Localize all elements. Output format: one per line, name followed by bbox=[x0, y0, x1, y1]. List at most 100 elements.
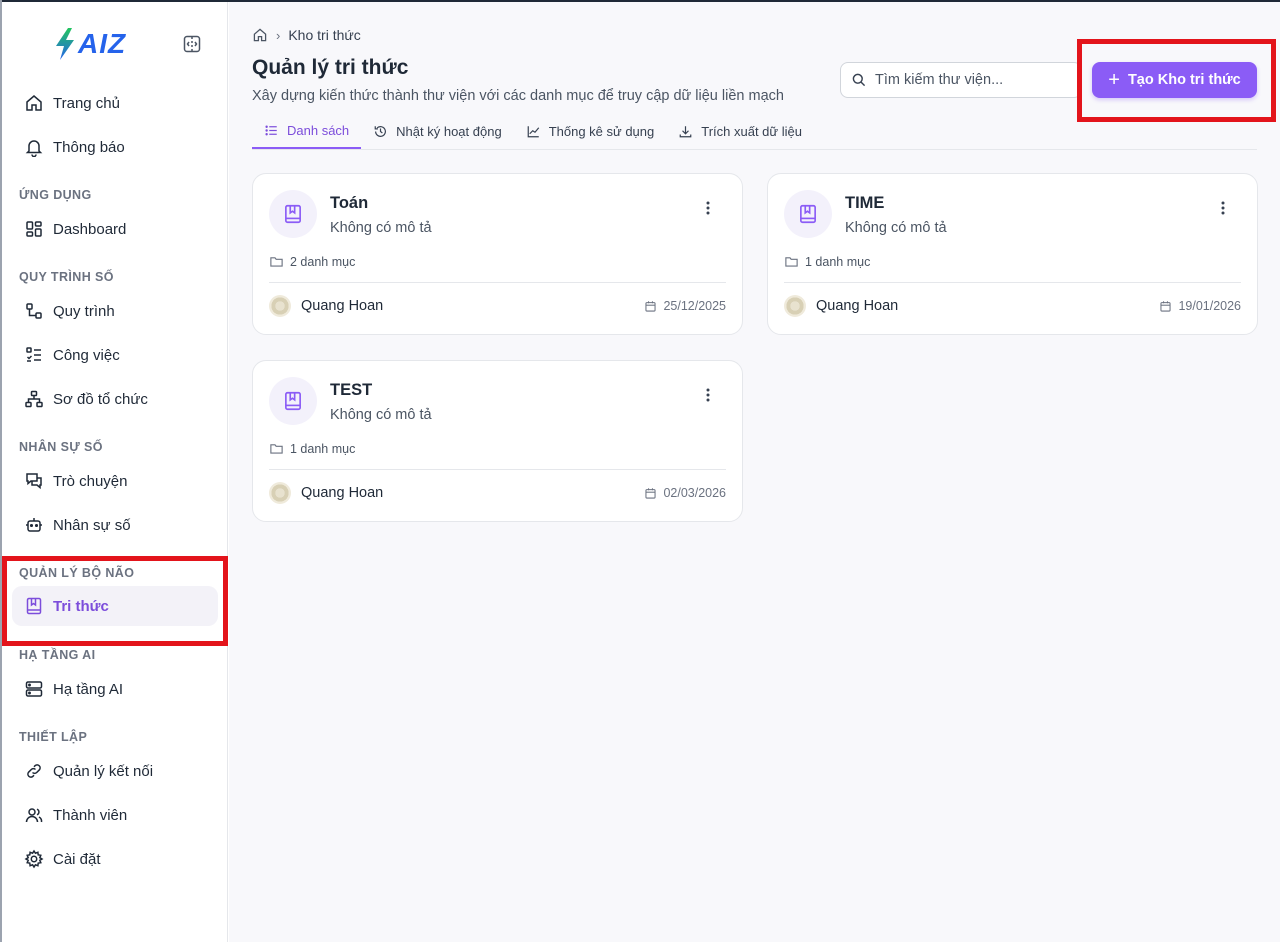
sidebar-item-label: Nhân sự số bbox=[53, 516, 131, 534]
sidebar-item-home[interactable]: Trang chủ bbox=[12, 83, 218, 123]
home-icon[interactable] bbox=[252, 27, 268, 43]
page-title: Quản lý tri thức bbox=[252, 56, 409, 79]
tab-bar: Danh sách Nhật ký hoạt động Thống kê sử … bbox=[252, 114, 1257, 150]
more-vertical-icon[interactable] bbox=[700, 200, 716, 216]
sidebar-item-label: Thông báo bbox=[53, 138, 125, 156]
folder-icon bbox=[270, 444, 283, 454]
folder-icon bbox=[785, 257, 798, 267]
sidebar-item-settings[interactable]: Cài đặt bbox=[12, 839, 218, 879]
plus-icon: + bbox=[1108, 69, 1120, 91]
line-chart-icon bbox=[526, 124, 541, 139]
sidebar-item-digital-staff[interactable]: Nhân sự số bbox=[12, 505, 218, 545]
section-label-settings: THIẾT LẬP bbox=[19, 730, 88, 744]
sidebar-item-ai-infrastructure[interactable]: Hạ tầng AI bbox=[12, 669, 218, 709]
tab-list[interactable]: Danh sách bbox=[252, 114, 362, 149]
main-content: › Kho tri thức Quản lý tri thức Xây dựng… bbox=[229, 2, 1280, 942]
sidebar-item-workflows[interactable]: Quy trình bbox=[12, 291, 218, 331]
sidebar-item-label: Trò chuyện bbox=[53, 472, 128, 490]
card-category-count: 2 danh mục bbox=[269, 254, 355, 269]
card-author: Quang Hoan bbox=[301, 298, 384, 314]
robot-icon bbox=[24, 515, 44, 535]
lightning-logo-icon bbox=[56, 28, 74, 60]
card-author: Quang Hoan bbox=[301, 485, 384, 501]
more-vertical-icon[interactable] bbox=[1215, 200, 1231, 216]
search-icon bbox=[851, 72, 867, 88]
logo[interactable]: AIZ bbox=[52, 24, 126, 64]
sidebar-item-connections[interactable]: Quản lý kết nối bbox=[12, 751, 218, 791]
breadcrumb-current: Kho tri thức bbox=[288, 27, 361, 43]
card-divider bbox=[784, 282, 1241, 283]
dashboard-grid-icon bbox=[24, 219, 44, 239]
tab-activity-log[interactable]: Nhật ký hoạt động bbox=[361, 114, 514, 148]
page-description: Xây dựng kiến thức thành thư viện với cá… bbox=[252, 88, 784, 104]
card-title: TIME bbox=[845, 194, 885, 212]
bookmark-book-icon bbox=[784, 190, 832, 238]
card-date: 02/03/2026 bbox=[644, 486, 726, 500]
card-date: 25/12/2025 bbox=[644, 299, 726, 313]
knowledge-card[interactable]: Toán Không có mô tả 2 danh mục Quang Hoa… bbox=[252, 173, 743, 335]
create-knowledge-base-button[interactable]: + Tạo Kho tri thức bbox=[1092, 62, 1257, 98]
sidebar-collapse-icon[interactable] bbox=[182, 34, 202, 54]
card-category-count: 1 danh mục bbox=[784, 254, 870, 269]
card-description: Không có mô tả bbox=[845, 220, 947, 236]
card-category-count: 1 danh mục bbox=[269, 441, 355, 456]
card-author: Quang Hoan bbox=[816, 298, 899, 314]
sidebar-item-label: Tri thức bbox=[53, 597, 109, 615]
bell-icon bbox=[24, 137, 44, 157]
calendar-icon bbox=[645, 300, 657, 312]
sidebar-item-chat[interactable]: Trò chuyện bbox=[12, 461, 218, 501]
sidebar-item-label: Hạ tầng AI bbox=[53, 680, 124, 698]
tab-label: Nhật ký hoạt động bbox=[396, 123, 502, 139]
checklist-icon bbox=[24, 345, 44, 365]
section-label-processes: QUY TRÌNH SỐ bbox=[19, 270, 114, 284]
avatar bbox=[269, 295, 291, 317]
sidebar-item-label: Trang chủ bbox=[53, 94, 120, 112]
sidebar-item-label: Dashboard bbox=[53, 220, 127, 238]
card-description: Không có mô tả bbox=[330, 220, 432, 236]
card-divider bbox=[269, 469, 726, 470]
more-vertical-icon[interactable] bbox=[700, 387, 716, 403]
sidebar: AIZ Trang chủ Thông báo ỨNG DỤNG Dashboa… bbox=[2, 2, 228, 942]
avatar bbox=[269, 482, 291, 504]
avatar bbox=[784, 295, 806, 317]
breadcrumb: › Kho tri thức bbox=[252, 27, 361, 43]
sidebar-item-members[interactable]: Thành viên bbox=[12, 795, 218, 835]
sidebar-item-dashboard[interactable]: Dashboard bbox=[12, 209, 218, 249]
sidebar-item-org-chart[interactable]: Sơ đồ tổ chức bbox=[12, 379, 218, 419]
chevron-right-icon: › bbox=[276, 27, 281, 43]
card-title: Toán bbox=[330, 194, 369, 212]
card-divider bbox=[269, 282, 726, 283]
sidebar-item-label: Quản lý kết nối bbox=[53, 762, 154, 780]
card-date-text: 19/01/2026 bbox=[1178, 299, 1241, 313]
knowledge-card[interactable]: TIME Không có mô tả 1 danh mục Quang Hoa… bbox=[767, 173, 1258, 335]
search-input[interactable] bbox=[875, 72, 1065, 88]
calendar-icon bbox=[645, 487, 657, 499]
link-icon bbox=[24, 761, 44, 781]
sidebar-item-label: Cài đặt bbox=[53, 850, 101, 868]
knowledge-card[interactable]: TEST Không có mô tả 1 danh mục Quang Hoa… bbox=[252, 360, 743, 522]
card-date-text: 25/12/2025 bbox=[663, 299, 726, 313]
sidebar-item-label: Sơ đồ tổ chức bbox=[53, 390, 148, 408]
section-label-brain-management: QUẢN LÝ BỘ NÃO bbox=[19, 566, 135, 580]
sidebar-item-tasks[interactable]: Công việc bbox=[12, 335, 218, 375]
card-title: TEST bbox=[330, 381, 373, 399]
tab-usage-stats[interactable]: Thống kê sử dụng bbox=[514, 114, 667, 148]
tab-label: Danh sách bbox=[287, 123, 350, 138]
tab-data-export[interactable]: Trích xuất dữ liệu bbox=[666, 114, 814, 148]
sidebar-item-label: Thành viên bbox=[53, 806, 128, 824]
logo-text: AIZ bbox=[78, 28, 127, 59]
section-label-apps: ỨNG DỤNG bbox=[19, 188, 92, 202]
home-icon bbox=[24, 93, 44, 113]
sidebar-item-knowledge[interactable]: Tri thức bbox=[12, 586, 218, 626]
card-categories: 2 danh mục bbox=[290, 254, 356, 269]
search-box[interactable] bbox=[840, 62, 1082, 98]
chat-bubbles-icon bbox=[24, 471, 44, 491]
bookmark-book-icon bbox=[24, 596, 44, 616]
sidebar-item-notifications[interactable]: Thông báo bbox=[12, 127, 218, 167]
card-description: Không có mô tả bbox=[330, 407, 432, 423]
sidebar-item-label: Công việc bbox=[53, 346, 120, 364]
history-icon bbox=[373, 124, 388, 139]
sidebar-item-label: Quy trình bbox=[53, 302, 115, 320]
section-label-digital-staff: NHÂN SỰ SỐ bbox=[19, 440, 103, 454]
users-icon bbox=[24, 805, 44, 825]
